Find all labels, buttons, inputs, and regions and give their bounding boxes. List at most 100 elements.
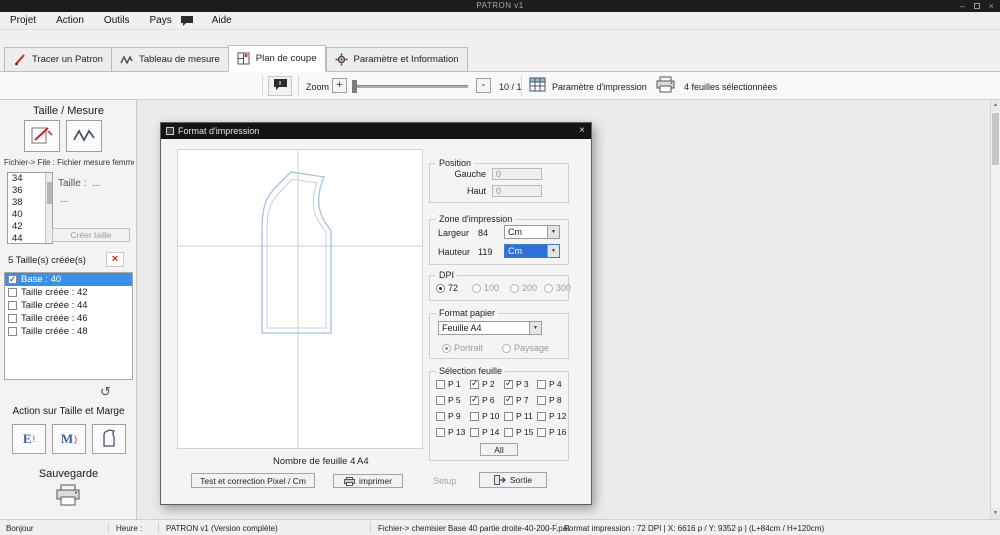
comment-tool-button[interactable] [268,76,292,96]
size-listbox-scrollbar-thumb[interactable] [47,182,52,204]
page-checkbox-p15[interactable]: P 15 [504,427,533,437]
tab-parametre-et-information[interactable]: Paramètre et Information [326,47,468,72]
checkbox-icon[interactable] [537,396,546,405]
exit-button[interactable]: Sortie [479,472,547,488]
print-preview-canvas[interactable] [177,149,423,449]
refresh-icon[interactable]: ↺ [100,384,111,400]
page-checkbox-p3[interactable]: P 3 [504,379,529,389]
list-item[interactable]: Taille créée : 46 [5,312,132,325]
checkbox-icon[interactable] [537,428,546,437]
dialog-close-icon[interactable]: × [579,125,585,136]
dpi-100-radio[interactable]: 100 [472,283,499,293]
page-checkbox-p10[interactable]: P 10 [470,411,499,421]
tab-tableau-de-mesure[interactable]: Tableau de mesure [111,47,228,72]
largeur-unit-combo[interactable]: Cm [504,225,560,239]
size-checkbox[interactable] [8,327,17,336]
draw-size-button[interactable] [24,120,60,152]
page-checkbox-p4[interactable]: P 4 [537,379,562,389]
print-button[interactable]: imprimer [333,474,403,488]
paysage-radio[interactable]: Paysage [502,343,549,353]
page-checkbox-p16[interactable]: P 16 [537,427,566,437]
chevron-down-icon[interactable] [547,226,559,238]
page-checkbox-p7[interactable]: P 7 [504,395,529,405]
action-pattern-button[interactable] [92,424,126,454]
size-checkbox[interactable] [8,314,17,323]
radio-icon[interactable] [442,344,451,353]
size-checkbox[interactable] [8,275,17,284]
print-settings-grid-icon[interactable] [529,77,546,96]
zoom-slider-track[interactable] [352,85,468,88]
page-checkbox-p2[interactable]: P 2 [470,379,495,389]
dpi-72-radio[interactable]: 72 [436,283,458,293]
checkbox-icon[interactable] [436,428,445,437]
minimize-icon[interactable]: – [960,1,965,11]
chevron-down-icon[interactable] [547,245,559,257]
radio-icon[interactable] [544,284,553,293]
page-checkbox-p5[interactable]: P 5 [436,395,461,405]
chevron-down-icon[interactable] [529,322,541,334]
print-settings-label[interactable]: Paramètre d'impression [552,82,647,92]
zoom-in-button[interactable]: + [332,78,347,93]
action-m-button[interactable]: M) [52,424,86,454]
checkbox-icon[interactable] [470,396,479,405]
checkbox-icon[interactable] [470,380,479,389]
zoom-slider-thumb[interactable] [352,80,357,93]
page-checkbox-p11[interactable]: P 11 [504,411,533,421]
menu-pays[interactable]: Pays [147,14,173,27]
page-checkbox-p8[interactable]: P 8 [537,395,562,405]
list-item[interactable]: Base : 40 [5,273,132,286]
page-checkbox-p6[interactable]: P 6 [470,395,495,405]
checkbox-icon[interactable] [470,428,479,437]
checkbox-icon[interactable] [537,412,546,421]
checkbox-icon[interactable] [537,380,546,389]
menu-action[interactable]: Action [54,14,86,27]
size-checkbox[interactable] [8,288,17,297]
tab-tracer-un-patron[interactable]: Tracer un Patron [4,47,111,72]
gauche-input[interactable]: 0 [492,168,542,180]
haut-input[interactable]: 0 [492,185,542,197]
size-listbox[interactable]: 34 36 38 40 42 44 [7,172,53,244]
page-checkbox-p9[interactable]: P 9 [436,411,461,421]
menu-aide[interactable]: Aide [210,14,234,27]
checkbox-icon[interactable] [504,412,513,421]
list-item[interactable]: Taille créée : 48 [5,325,132,338]
hauteur-unit-combo[interactable]: Cm [504,244,560,258]
dialog-titlebar[interactable]: Format d'impression × [161,123,591,139]
measure-curve-button[interactable] [66,120,102,152]
menu-projet[interactable]: Projet [8,14,38,27]
checkbox-icon[interactable] [436,396,445,405]
maximize-icon[interactable] [974,3,980,9]
dpi-200-radio[interactable]: 200 [510,283,537,293]
zoom-out-button[interactable]: - [476,78,491,93]
checkbox-icon[interactable] [436,412,445,421]
size-listbox-scrollbar[interactable] [45,173,52,243]
page-checkbox-p1[interactable]: P 1 [436,379,461,389]
scrollbar-thumb[interactable] [992,113,999,165]
paper-format-combo[interactable]: Feuille A4 [438,321,542,335]
delete-size-button[interactable]: × [106,252,124,267]
tab-plan-de-coupe[interactable]: Plan de coupe [228,45,326,72]
dpi-300-radio[interactable]: 300 [544,283,571,293]
checkbox-icon[interactable] [436,380,445,389]
scroll-down-arrow[interactable]: ▼ [991,508,1000,519]
checkbox-icon[interactable] [470,412,479,421]
test-correction-button[interactable]: Test et correction Pixel / Cm [191,473,315,488]
select-all-button[interactable]: All [480,443,518,456]
radio-icon[interactable] [502,344,511,353]
checkbox-icon[interactable] [504,380,513,389]
radio-icon[interactable] [472,284,481,293]
page-checkbox-p14[interactable]: P 14 [470,427,499,437]
size-checkbox[interactable] [8,301,17,310]
close-icon[interactable]: × [989,1,994,11]
menu-outils[interactable]: Outils [102,14,132,27]
checkbox-icon[interactable] [504,396,513,405]
list-item[interactable]: Taille créée : 44 [5,299,132,312]
radio-icon[interactable] [510,284,519,293]
canvas-vertical-scrollbar[interactable]: ▲ ▼ [990,100,1000,519]
create-size-button[interactable]: Créer taille [52,228,130,242]
checkbox-icon[interactable] [504,428,513,437]
page-checkbox-p13[interactable]: P 13 [436,427,465,437]
page-checkbox-p12[interactable]: P 12 [537,411,566,421]
portrait-radio[interactable]: Portrait [442,343,483,353]
radio-icon[interactable] [436,284,445,293]
